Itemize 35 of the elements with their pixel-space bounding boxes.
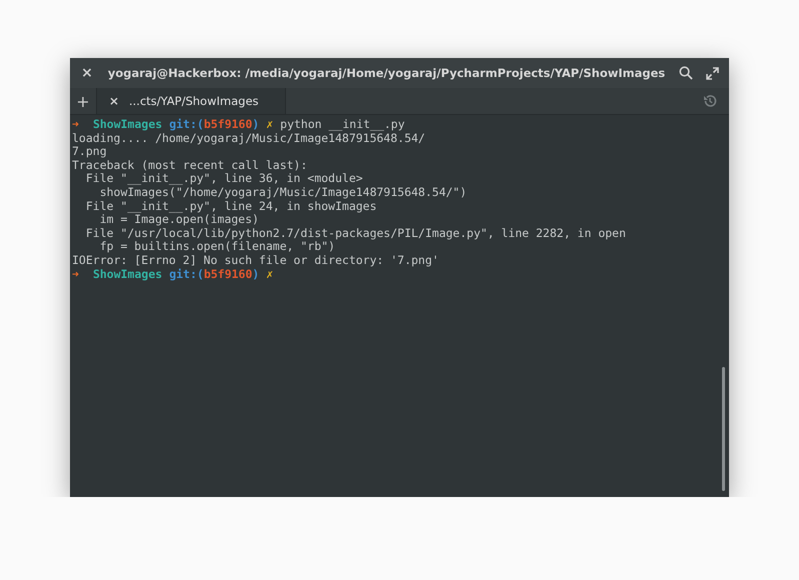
output-line: loading.... /home/yogaraj/Music/Image1487915648.54/ — [72, 132, 426, 146]
git-branch: b5f9160 — [204, 268, 252, 282]
prompt-arrow: ➜ — [72, 268, 79, 282]
window-title: yogaraj@Hackerbox: /media/yogaraj/Home/yogaraj/PycharmProjects/YAP/ShowImages — [106, 66, 666, 80]
output-line: fp = builtins.open(filename, "rb") — [98, 240, 336, 254]
output-line: im = Image.open(images) — [98, 213, 259, 227]
terminal-tab[interactable]: × ...cts/YAP/ShowImages — [96, 88, 286, 114]
expand-arrows-icon — [706, 66, 718, 80]
command-text: python __init__.py — [280, 118, 405, 132]
new-tab-button[interactable]: + — [70, 88, 96, 114]
output-line: File "__init__.py", line 24, in showImages — [84, 200, 377, 214]
output-line: File "__init__.py", line 36, in <module> — [84, 172, 363, 186]
prompt-directory: ShowImages — [92, 268, 162, 282]
scrollbar-thumb[interactable] — [722, 367, 725, 491]
git-label-end: ) — [252, 118, 260, 132]
maximize-button[interactable] — [703, 64, 721, 82]
git-label: git:( — [169, 268, 204, 282]
output-line: showImages("/home/yogaraj/Music/Image1487915648.54/") — [98, 186, 467, 200]
prompt-arrow: ➜ — [72, 118, 79, 132]
close-button[interactable]: × — [78, 64, 96, 82]
git-label-end: ) — [252, 268, 260, 282]
git-branch: b5f9160 — [204, 118, 252, 132]
git-label: git:( — [169, 118, 204, 132]
output-line: Traceback (most recent call last): — [72, 158, 308, 172]
history-icon — [703, 94, 717, 108]
search-button[interactable] — [677, 64, 695, 82]
dirty-mark: ✗ — [266, 118, 274, 132]
output-line: IOError: [Errno 2] No such file or directory: '7.png' — [72, 254, 439, 268]
tab-label: ...cts/YAP/ShowImages — [129, 94, 259, 108]
dirty-mark: ✗ — [266, 268, 274, 282]
tab-close-button[interactable]: × — [109, 92, 119, 110]
search-icon — [679, 66, 693, 80]
output-line: File "/usr/local/lib/python2.7/dist-packages/PIL/Image.py", line 2282, in open — [84, 226, 626, 240]
output-line: 7.png — [72, 145, 107, 159]
prompt-directory: ShowImages — [92, 118, 162, 132]
